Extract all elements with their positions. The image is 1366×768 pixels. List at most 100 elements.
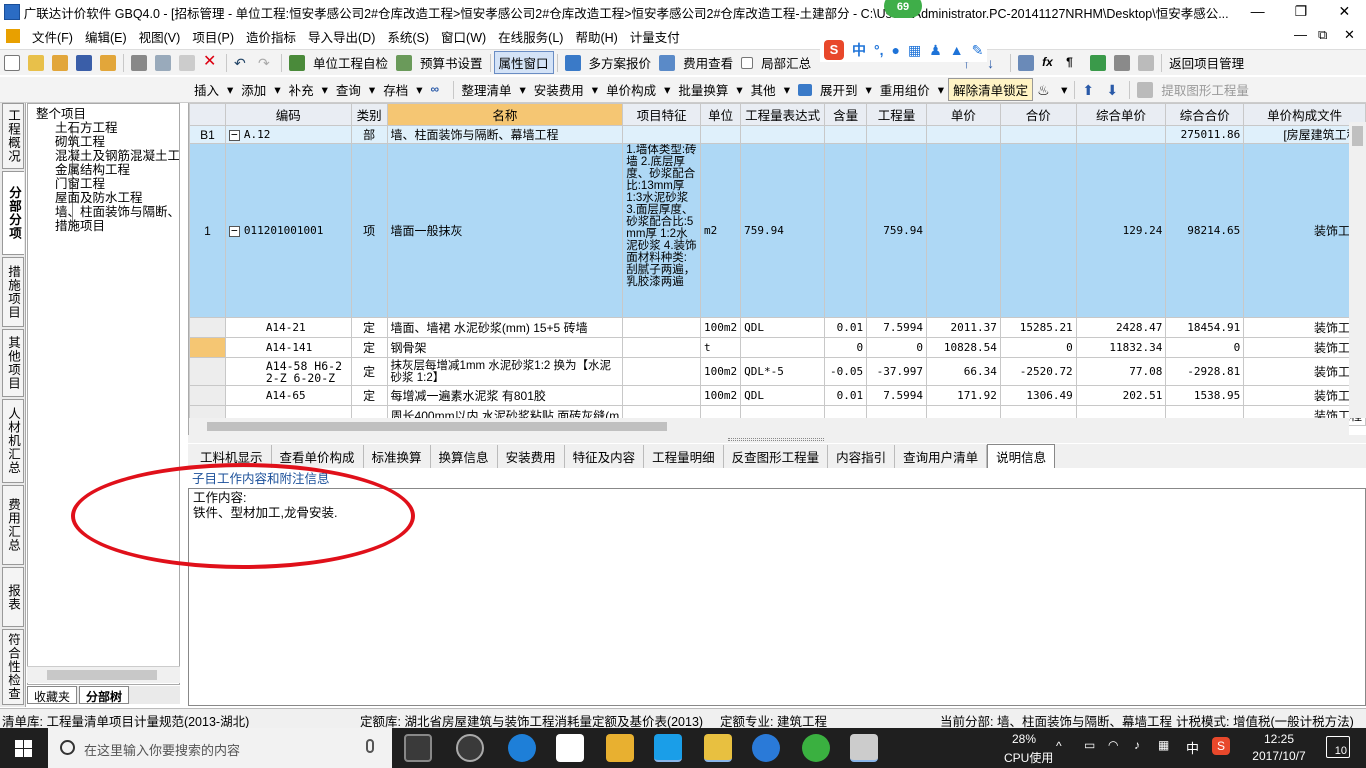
add-button[interactable]: 添加 <box>237 80 270 99</box>
tree-item[interactable]: 措施项目 <box>55 219 105 233</box>
redo-icon[interactable]: ↷ <box>258 55 274 71</box>
ime-lang-indicator[interactable]: 中 <box>1186 738 1199 757</box>
tray-arrow-icon[interactable]: ^ <box>1056 739 1062 753</box>
type-cell[interactable]: 项 <box>350 143 388 318</box>
name-cell[interactable]: 抹灰层每增减1mm 水泥砂浆1:2 换为【水泥砂浆 1:2】 <box>386 357 624 386</box>
task-view-icon[interactable] <box>404 734 432 762</box>
wifi-icon[interactable]: ◠ <box>1108 738 1118 752</box>
tree-item[interactable]: 金属结构工程 <box>55 163 130 177</box>
comp-total-cell[interactable]: 0 <box>1165 337 1245 358</box>
scroll-thumb[interactable] <box>207 422 667 431</box>
name-cell[interactable]: 墙、柱面装饰与隔断、幕墙工程 <box>386 125 624 144</box>
comp-price-cell[interactable] <box>1075 125 1167 144</box>
maximize-button[interactable]: ❐ <box>1279 0 1322 24</box>
column-header[interactable] <box>189 103 226 126</box>
tree-item[interactable]: 屋面及防水工程 <box>55 191 143 205</box>
collapse-icon[interactable]: − <box>228 225 240 237</box>
comp-price-cell[interactable]: 77.08 <box>1075 357 1167 386</box>
tab-content-guide[interactable]: 内容指引 <box>828 444 896 468</box>
dropdown-arrow-icon[interactable]: ▾ <box>732 82 746 97</box>
comp-price-cell[interactable]: 202.51 <box>1075 385 1167 406</box>
tab-division-tree[interactable]: 分部树 <box>79 686 130 704</box>
edge-icon[interactable] <box>508 734 536 762</box>
microphone-icon[interactable]: ● <box>892 42 900 58</box>
close-button[interactable]: ✕ <box>1323 0 1366 24</box>
price-cell[interactable]: 171.92 <box>926 385 1001 406</box>
tab-features-content[interactable]: 特征及内容 <box>565 444 645 468</box>
price-cell[interactable] <box>926 143 1001 318</box>
menu-system[interactable]: 系统(S) <box>381 27 435 46</box>
price-cell[interactable]: 2011.37 <box>926 317 1001 338</box>
feature-cell[interactable] <box>622 317 702 338</box>
expand-to-button[interactable]: 展开到 <box>816 80 862 99</box>
table-row-selected[interactable]: 1 −011201001001 项 墙面一般抹灰 1.墙体类型:砖墙 2.底层厚… <box>189 143 1366 318</box>
supplement-button[interactable]: 补充 <box>285 80 318 99</box>
expr-cell[interactable]: QDL <box>740 385 826 406</box>
archive-button[interactable]: 存档 <box>379 80 412 99</box>
menu-window[interactable]: 窗口(W) <box>435 27 492 46</box>
table-row[interactable]: A14-21 定 墙面、墙裙 水泥砂浆(mm) 15+5 砖墙 100m2 QD… <box>189 317 1366 338</box>
binoculars-icon[interactable]: ∞ <box>430 82 446 98</box>
type-cell[interactable]: 定 <box>350 337 388 358</box>
name-cell[interactable]: 每增减一遍素水泥浆 有801胶 <box>386 385 624 406</box>
comp-price-cell[interactable]: 11832.34 <box>1075 337 1167 358</box>
extract-graphic-button[interactable]: 提取图形工程量 <box>1157 80 1253 99</box>
gbq-app-icon[interactable] <box>704 734 732 762</box>
arrow-down-icon[interactable]: ↓ <box>987 55 1003 71</box>
qty-cell[interactable]: 0 <box>866 337 927 358</box>
menu-edit[interactable]: 编辑(E) <box>79 27 133 46</box>
ime-lang-toggle[interactable]: 中 <box>852 40 866 60</box>
code-cell[interactable]: A14-21 <box>224 317 352 338</box>
table-row[interactable]: A14-58 H6-22-Z 6-20-Z 定 抹灰层每增减1mm 水泥砂浆1:… <box>189 357 1366 386</box>
tab-measures[interactable]: 措施项目 <box>2 257 24 327</box>
new-template-icon[interactable] <box>28 54 44 71</box>
book-icon[interactable] <box>1090 54 1107 71</box>
tab-other-items[interactable]: 其他项目 <box>2 329 24 397</box>
clock-time[interactable]: 12:25 <box>1244 732 1314 746</box>
column-header[interactable]: 含量 <box>824 103 868 126</box>
type-cell[interactable]: 定 <box>350 317 388 338</box>
content-cell[interactable] <box>824 125 868 144</box>
return-project-button[interactable]: 返回项目管理 <box>1165 53 1248 72</box>
dropdown-arrow-icon[interactable]: ▾ <box>1057 82 1071 97</box>
unit-cell[interactable]: m2 <box>700 143 742 318</box>
total-cell[interactable]: -2520.72 <box>999 357 1077 386</box>
help-app-icon[interactable] <box>850 734 878 762</box>
total-cell[interactable] <box>999 143 1077 318</box>
fee-view-button[interactable]: 费用查看 <box>679 53 737 72</box>
move-down-icon[interactable]: ⬇ <box>1106 82 1122 98</box>
comp-total-cell[interactable]: 275011.86 <box>1165 125 1245 144</box>
reuse-pricing-button[interactable]: 重用组价 <box>876 80 934 99</box>
name-cell[interactable]: 墙面一般抹灰 <box>386 143 624 318</box>
file-cell[interactable]: 装饰工程 <box>1243 385 1366 406</box>
partial-summary-checkbox[interactable] <box>741 56 754 69</box>
mdi-minimize-button[interactable]: — <box>1294 27 1307 42</box>
scroll-thumb[interactable] <box>47 670 157 680</box>
pane-splitter[interactable] <box>188 435 1366 443</box>
dropdown-arrow-icon[interactable]: ▾ <box>934 82 948 97</box>
column-header[interactable]: 单位 <box>700 103 742 126</box>
column-header[interactable]: 项目特征 <box>622 103 702 126</box>
self-check-button[interactable]: 单位工程自检 <box>309 53 392 72</box>
qty-cell[interactable]: 759.94 <box>866 143 927 318</box>
expr-cell[interactable]: QDL <box>740 317 826 338</box>
unlock-list-button[interactable]: 解除清单锁定 <box>948 78 1034 101</box>
tab-install-fee[interactable]: 安装费用 <box>498 444 565 468</box>
batch-convert-button[interactable]: 批量换算 <box>674 80 732 99</box>
refresh-app-icon[interactable] <box>456 734 484 762</box>
wrench-icon[interactable]: ✎ <box>972 42 984 59</box>
property-window-button[interactable]: 属性窗口 <box>493 51 554 74</box>
feature-cell[interactable] <box>622 357 702 386</box>
report-icon[interactable] <box>1138 54 1155 71</box>
cut-icon[interactable] <box>131 54 147 71</box>
tree-item[interactable]: 土石方工程 <box>55 121 118 135</box>
new-file-icon[interactable] <box>4 54 20 71</box>
price-cell[interactable]: 66.34 <box>926 357 1001 386</box>
tab-conversion-info[interactable]: 换算信息 <box>431 444 498 468</box>
tree-item[interactable]: 混凝土及钢筋混凝土工程 <box>55 149 179 163</box>
column-header[interactable]: 单价 <box>926 103 1001 126</box>
formula-icon[interactable]: fx <box>1042 55 1058 71</box>
sogou-logo-icon[interactable]: S <box>824 40 844 60</box>
file-cell[interactable]: 装饰工程 <box>1243 317 1366 338</box>
table-row[interactable]: B1 − A.12 部 墙、柱面装饰与隔断、幕墙工程 275011.86 [房屋建… <box>189 125 1366 144</box>
